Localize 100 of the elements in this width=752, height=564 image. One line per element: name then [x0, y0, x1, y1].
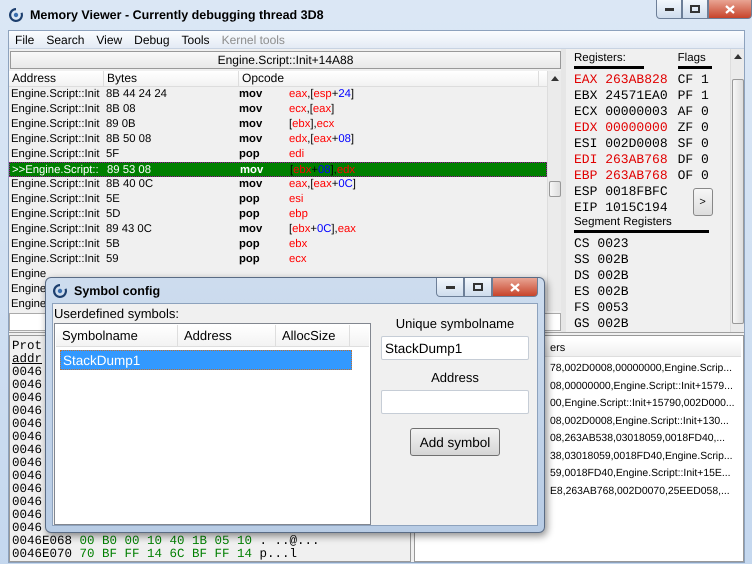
dialog-title: Symbol config [74, 284, 162, 298]
close-icon [725, 4, 735, 14]
disassembly-row[interactable]: Engine.Script::Init 8B 50 08 mov edx,[eax+08] [9, 132, 547, 147]
stack-row-text: 38,03018059,0018FD40,Engine.Scrip... [550, 450, 733, 464]
scrollbar-thumb[interactable] [732, 79, 744, 324]
disassembly-row[interactable]: >>Engine.Script:: 89 53 08 mov [ebx+08],edx [9, 162, 547, 177]
hex-address: 0046 [12, 470, 42, 483]
bytes-text: 8B 40 0C [105, 177, 154, 192]
mnemonic-text: pop [239, 147, 261, 162]
stack-row-text: 08,00000000,Engine.Script::Init+1579... [550, 380, 733, 394]
stack-row-text: 08,002D0008,Engine.Script::Init+130... [550, 414, 729, 428]
register-value: EIP 1015C194 [574, 200, 668, 216]
mnemonic-text: mov [239, 222, 264, 237]
register-value: EAX 263AB828 [574, 72, 668, 88]
address-text: Engine.Script::Init [10, 117, 101, 132]
mnemonic-text: mov [239, 177, 264, 192]
column-header[interactable]: ers [550, 342, 566, 354]
bytes-text: 8B 44 24 24 [105, 87, 168, 102]
add-symbol-button[interactable]: Add symbol [410, 428, 500, 456]
address-text: Engine.Script::Init [10, 237, 101, 252]
address-text: Engine [10, 297, 46, 311]
operands-text: esi [289, 192, 304, 207]
register-value: EDI 263AB768 [574, 152, 668, 168]
register-value: EBP 263AB768 [574, 168, 668, 184]
flag-value: DF 0 [678, 152, 710, 168]
scroll-up-icon[interactable] [550, 76, 558, 81]
hex-address: 0046 [12, 405, 42, 418]
segment-register-value: GS 002B [574, 316, 630, 332]
segment-register-value: FS 0053 [574, 300, 630, 316]
column-header[interactable]: Symbolname [56, 325, 178, 346]
hex-address: 0046 [12, 444, 42, 457]
bytes-text: 8B 50 08 [105, 132, 152, 147]
stack-row-text: 78,002D0008,00000000,Engine.Scrip... [550, 362, 732, 376]
menu-item[interactable]: Search [40, 31, 90, 48]
hex-address: 0046 [12, 509, 42, 522]
scrollbar-thumb[interactable] [549, 181, 561, 197]
bytes-text: 59 [105, 252, 120, 267]
mnemonic-text: pop [239, 207, 261, 222]
register-value: EDX 00000000 [574, 120, 668, 136]
address-bar: Engine.Script::Init+14A88 [10, 51, 561, 69]
bytes-text: 5B [105, 237, 121, 252]
disassembly-row[interactable]: Engine.Script::Init 8B 40 0C mov eax,[eax+0C] [9, 177, 547, 192]
stack-row-text: 08,263AB538,03018059,0018FD40,... [550, 432, 726, 446]
close-icon [510, 282, 520, 292]
maximize-button[interactable] [464, 278, 492, 297]
bytes-text: 5F [105, 147, 120, 162]
menu-item[interactable]: View [90, 31, 128, 48]
column-header[interactable]: Opcode [239, 71, 539, 86]
address-text: Engine [10, 267, 46, 282]
address-text: Engine.Script::Init [10, 252, 101, 267]
segment-register-value: ES 002B [574, 284, 630, 300]
operands-text: ecx [289, 252, 307, 267]
column-header[interactable]: AllocSize [276, 325, 350, 346]
disassembly-row[interactable]: Engine.Script::Init 8B 08 mov ecx,[eax] [9, 102, 547, 117]
menu-item[interactable]: Debug [128, 31, 176, 48]
column-header[interactable]: Bytes [104, 71, 239, 86]
disassembly-row[interactable]: Engine.Script::Init 59 pop ecx [9, 252, 547, 267]
flag-value: SF 0 [678, 136, 710, 152]
disassembly-row[interactable]: Engine.Script::Init 8B 44 24 24 mov eax,[esp+24] [9, 87, 547, 102]
operands-text: [ebx],ecx [289, 117, 334, 132]
close-button[interactable] [492, 278, 538, 297]
address-text: Engine.Script::Init [10, 132, 101, 147]
hex-address: 0046 [12, 379, 42, 392]
disassembly-row[interactable]: Engine.Script::Init 5F pop edi [9, 147, 547, 162]
operands-text: ecx,[eax] [289, 102, 334, 117]
disassembly-row[interactable]: Engine.Script::Init 5E pop esi [9, 192, 547, 207]
minimize-button[interactable] [436, 278, 464, 297]
maximize-icon [690, 5, 700, 13]
stack-row-text: E8,263AB768,002D0070,25EED058,... [550, 484, 730, 498]
segment-register-value: SS 002B [574, 252, 630, 268]
operands-text: ebx [289, 237, 308, 252]
address-field[interactable] [381, 390, 529, 414]
hex-header: addr [12, 353, 42, 366]
hex-address: 0046 [12, 431, 42, 444]
column-header[interactable]: Address [9, 71, 104, 86]
menu-item[interactable]: File [9, 31, 40, 48]
disassembly-row[interactable]: Engine.Script::Init 5B pop ebx [9, 237, 547, 252]
disassembly-row[interactable]: Engine.Script::Init 89 0B mov [ebx],ecx [9, 117, 547, 132]
hex-bytes: 70 BF FF 14 6C BF FF 14 [78, 548, 252, 561]
address-text: Engine.Script::Init [10, 207, 101, 222]
segment-register-value: DS 002B [574, 268, 630, 284]
hex-address: 0046E068 [12, 535, 72, 548]
hex-address: 0046 [12, 496, 42, 509]
minimize-button[interactable] [656, 0, 682, 19]
mnemonic-text: mov [239, 117, 264, 132]
expand-button[interactable]: > [692, 188, 713, 216]
maximize-button[interactable] [682, 0, 708, 19]
scroll-up-icon[interactable] [734, 54, 742, 59]
hex-address: 0046 [12, 457, 42, 470]
window-title: Memory Viewer - Currently debugging thread 3D8 [30, 8, 325, 22]
hex-address: 0046 [12, 483, 42, 496]
disassembly-row[interactable]: Engine.Script::Init 5D pop ebp [9, 207, 547, 222]
menu-item[interactable]: Tools [176, 31, 216, 48]
disassembly-row[interactable]: Engine.Script::Init 89 43 0C mov [ebx+0C],eax [9, 222, 547, 237]
segment-register-value: CS 0023 [574, 236, 630, 252]
close-button[interactable] [708, 0, 752, 19]
hex-address: 0046 [12, 366, 42, 379]
operands-text: eax,[esp+24] [289, 87, 354, 102]
column-header[interactable]: Address [178, 325, 276, 346]
name-field[interactable]: StackDump1 [381, 336, 529, 360]
